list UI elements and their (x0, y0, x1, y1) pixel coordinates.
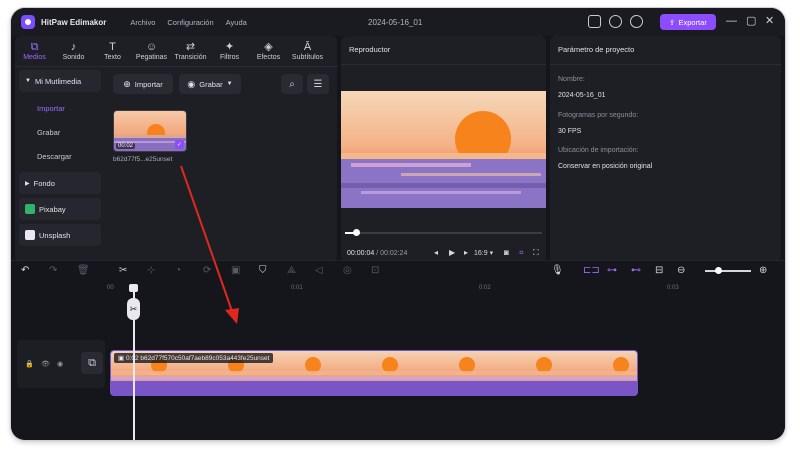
app-window: HitPaw Edimakor Archivo Configuración Ay… (11, 8, 785, 440)
annotation-arrow (180, 165, 239, 324)
